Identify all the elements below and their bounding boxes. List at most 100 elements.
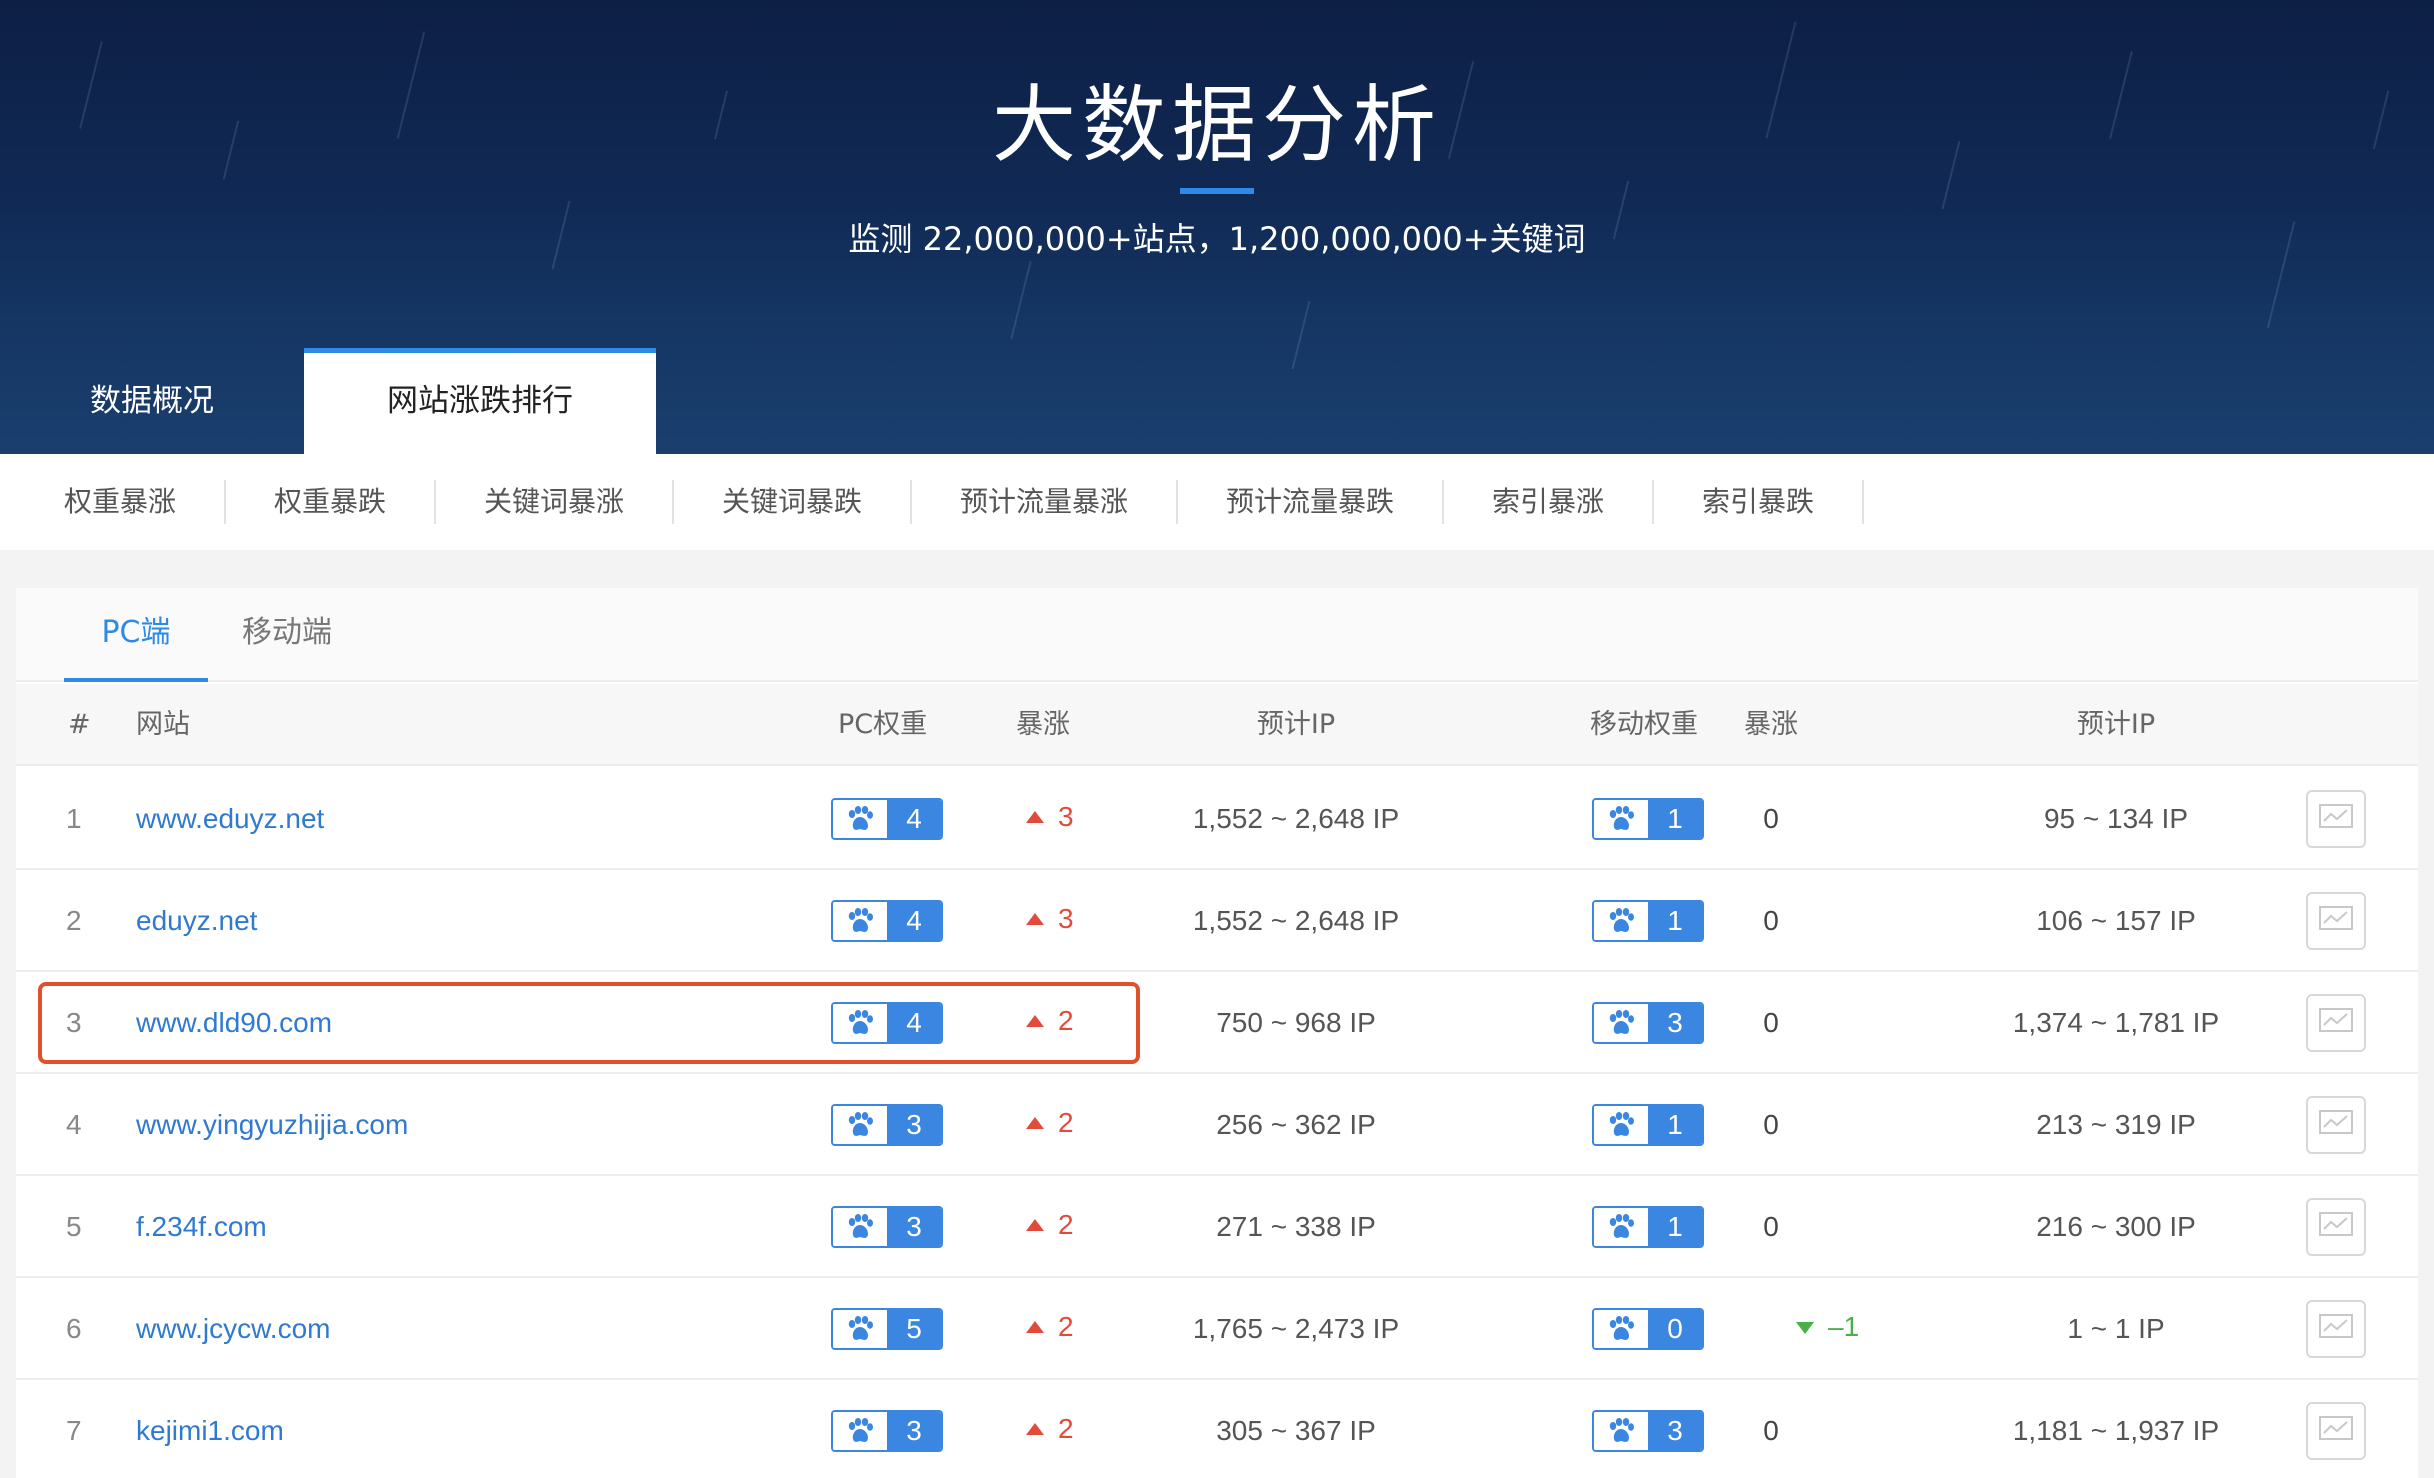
trend-chart-button[interactable]	[2306, 1300, 2366, 1358]
rank-cell: 6	[66, 1313, 82, 1344]
category-bar: 权重暴涨 权重暴跌 关键词暴涨 关键词暴跌 预计流量暴涨 预计流量暴跌 索引暴涨…	[0, 454, 2434, 550]
category-keyword-fall[interactable]: 关键词暴跌	[722, 454, 862, 550]
pc-change: 2	[1026, 1380, 1074, 1478]
page-subtitle: 监测 22,000,000+站点，1,200,000,000+关键词	[848, 220, 1586, 258]
baidu-paw-icon	[1594, 1004, 1648, 1042]
pc-change-value: 3	[1058, 903, 1074, 934]
trend-chart-button[interactable]	[2306, 1096, 2366, 1154]
pc-weight-badge: 3	[831, 1410, 943, 1452]
trend-chart-icon	[2318, 905, 2354, 938]
site-link[interactable]: www.yingyuzhijia.com	[136, 1074, 408, 1176]
site-link[interactable]: f.234f.com	[136, 1176, 267, 1278]
category-divider	[1442, 480, 1444, 524]
mobile-change-value: 0	[1763, 1211, 1779, 1242]
site-link[interactable]: eduyz.net	[136, 870, 257, 972]
trend-chart-button[interactable]	[2306, 1198, 2366, 1256]
pc-weight-value: 3	[887, 1412, 941, 1450]
baidu-paw-icon	[833, 1412, 887, 1450]
category-divider	[1862, 480, 1864, 524]
header-pc-ip: 预计IP	[1256, 709, 1336, 740]
category-weight-fall[interactable]: 权重暴跌	[274, 454, 386, 550]
trend-chart-button[interactable]	[2306, 1402, 2366, 1460]
arrow-up-icon	[1026, 1422, 1044, 1435]
mobile-weight-badge: 3	[1592, 1002, 1704, 1044]
pc-change: 3	[1026, 768, 1074, 870]
baidu-paw-icon	[1594, 902, 1648, 940]
site-link[interactable]: www.jcycw.com	[136, 1278, 330, 1380]
trend-chart-icon	[2318, 1109, 2354, 1142]
trend-chart-button[interactable]	[2306, 892, 2366, 950]
baidu-paw-icon	[833, 1106, 887, 1144]
table-row: 5 f.234f.com 3 2 271 ~ 338 IP 1 0 216 ~ 300 IP	[16, 1176, 2418, 1278]
table-row: 6 www.jcycw.com 5 2 1,765 ~ 2,473 IP 0 –1 1 ~ 1…	[16, 1278, 2418, 1380]
pc-weight-badge: 3	[831, 1206, 943, 1248]
rank-cell: 1	[66, 803, 82, 834]
tab-site-ranking[interactable]: 网站涨跌排行	[304, 348, 656, 454]
pc-change-value: 2	[1058, 1413, 1074, 1444]
mobile-weight-badge: 1	[1592, 1104, 1704, 1146]
pc-ip-cell: 256 ~ 362 IP	[1216, 1109, 1376, 1140]
pc-change: 2	[1026, 1074, 1074, 1176]
rank-cell: 5	[66, 1211, 82, 1242]
mobile-weight-value: 0	[1648, 1310, 1702, 1348]
baidu-paw-icon	[833, 1208, 887, 1246]
mobile-weight-badge: 1	[1592, 1206, 1704, 1248]
tab-data-overview[interactable]: 数据概况	[0, 348, 304, 454]
trend-chart-icon	[2318, 803, 2354, 836]
pc-weight-badge: 4	[831, 798, 943, 840]
baidu-paw-icon	[1594, 1106, 1648, 1144]
mobile-weight-value: 1	[1648, 1106, 1702, 1144]
category-index-fall[interactable]: 索引暴跌	[1702, 454, 1814, 550]
pc-ip-cell: 1,552 ~ 2,648 IP	[1192, 905, 1400, 936]
site-link[interactable]: kejimi1.com	[136, 1380, 284, 1478]
pc-ip-cell: 1,765 ~ 2,473 IP	[1192, 1313, 1400, 1344]
baidu-paw-icon	[1594, 1208, 1648, 1246]
category-keyword-rise[interactable]: 关键词暴涨	[484, 454, 624, 550]
baidu-paw-icon	[833, 902, 887, 940]
category-traffic-fall[interactable]: 预计流量暴跌	[1226, 454, 1394, 550]
header-mobile-change: 暴涨	[1744, 709, 1798, 740]
mobile-ip-cell: 216 ~ 300 IP	[2036, 1211, 2196, 1242]
pc-weight-value: 3	[887, 1106, 941, 1144]
arrow-up-icon	[1026, 912, 1044, 925]
category-index-rise[interactable]: 索引暴涨	[1492, 454, 1604, 550]
trend-chart-button[interactable]	[2306, 994, 2366, 1052]
table-row: 2 eduyz.net 4 3 1,552 ~ 2,648 IP 1 0 106 ~ 157 …	[16, 870, 2418, 972]
tab-mobile[interactable]: 移动端	[242, 588, 332, 682]
arrow-up-icon	[1026, 1116, 1044, 1129]
site-link[interactable]: www.eduyz.net	[136, 768, 324, 870]
header-mobile-ip: 预计IP	[2076, 709, 2156, 740]
mobile-change: –1	[1796, 1278, 1859, 1380]
baidu-paw-icon	[1594, 1412, 1648, 1450]
category-traffic-rise[interactable]: 预计流量暴涨	[960, 454, 1128, 550]
pc-weight-badge: 5	[831, 1308, 943, 1350]
pc-change-value: 2	[1058, 1311, 1074, 1342]
tab-pc[interactable]: PC端	[64, 588, 208, 682]
mobile-change-value: 0	[1763, 905, 1779, 936]
pc-ip-cell: 271 ~ 338 IP	[1216, 1211, 1376, 1242]
highlight-box	[38, 982, 1140, 1064]
mobile-change-value: 0	[1763, 803, 1779, 834]
baidu-paw-icon	[1594, 1310, 1648, 1348]
category-weight-rise[interactable]: 权重暴涨	[64, 454, 176, 550]
platform-tabs: PC端 移动端	[16, 588, 2418, 682]
rank-cell: 4	[66, 1109, 82, 1140]
pc-weight-value: 5	[887, 1310, 941, 1348]
page-title: 大数据分析	[991, 76, 1442, 174]
pc-weight-value: 3	[887, 1208, 941, 1246]
mobile-weight-value: 1	[1648, 800, 1702, 838]
category-divider	[224, 480, 226, 524]
trend-chart-button[interactable]	[2306, 790, 2366, 848]
mobile-ip-cell: 95 ~ 134 IP	[2043, 803, 2188, 834]
hero-banner: 大数据分析 监测 22,000,000+站点，1,200,000,000+关键词…	[0, 0, 2434, 454]
mobile-change-value: 0	[1763, 1109, 1779, 1140]
mobile-weight-badge: 0	[1592, 1308, 1704, 1350]
arrow-up-icon	[1026, 1218, 1044, 1231]
pc-change: 3	[1026, 870, 1074, 972]
pc-weight-value: 4	[887, 902, 941, 940]
mobile-weight-value: 3	[1648, 1004, 1702, 1042]
header-pc-change: 暴涨	[1016, 709, 1070, 740]
baidu-paw-icon	[1594, 800, 1648, 838]
title-underline	[1180, 188, 1254, 194]
mobile-change-value: –1	[1828, 1311, 1860, 1342]
